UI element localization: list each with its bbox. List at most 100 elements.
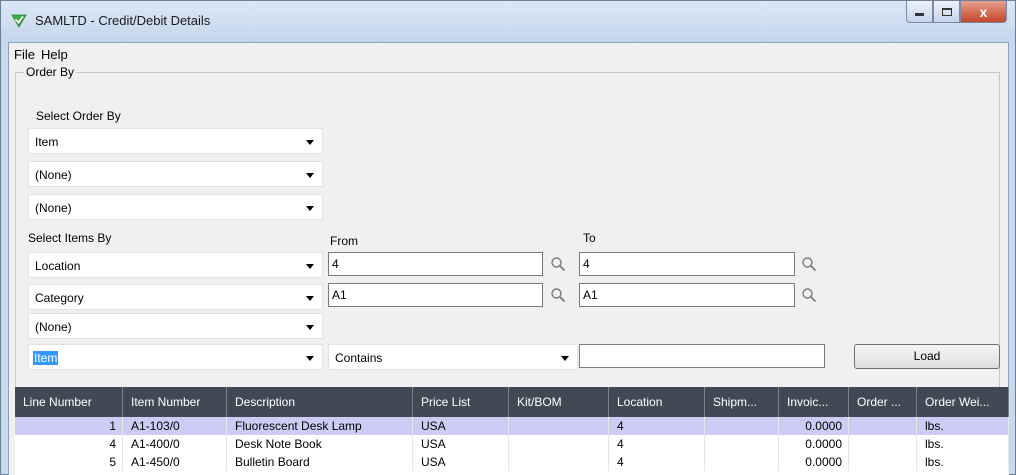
column-header-line-number[interactable]: Line Number	[15, 387, 123, 417]
to-value-2: A1	[583, 288, 598, 302]
cell-description: Desk Note Book	[227, 435, 413, 453]
from-input-1[interactable]: 4	[328, 252, 543, 276]
cell-price-list: USA	[413, 417, 509, 435]
table-row[interactable]: 1 A1-103/0 Fluorescent Desk Lamp USA 4 0…	[15, 417, 1009, 435]
cell-order	[849, 435, 917, 453]
cell-order-weight: lbs.	[917, 417, 1009, 435]
cell-invoice: 0.0000	[779, 453, 849, 471]
filter-field-combo[interactable]: Item	[28, 344, 323, 370]
to-value-1: 4	[583, 257, 590, 271]
column-header-description[interactable]: Description	[227, 387, 413, 417]
order-by-value-1: Item	[35, 135, 59, 149]
filter-field-value: Item	[33, 351, 59, 365]
menu-file[interactable]: File	[14, 47, 35, 62]
cell-item-number: A1-103/0	[123, 417, 227, 435]
cell-shipment	[705, 453, 779, 471]
cell-line-number: 4	[15, 435, 123, 453]
order-by-legend: Order By	[24, 65, 77, 79]
to-label: To	[583, 231, 596, 245]
title-bar[interactable]: SAMLTD - Credit/Debit Details x	[1, 1, 1015, 42]
items-by-value-3: (None)	[35, 320, 72, 334]
table-row[interactable]: 4 A1-400/0 Desk Note Book USA 4 0.0000 l…	[15, 435, 1009, 453]
table-row[interactable]: 5 A1-450/0 Bulletin Board USA 4 0.0000 l…	[15, 453, 1009, 471]
cell-line-number: 5	[15, 453, 123, 471]
finder-search-icon[interactable]	[801, 256, 817, 272]
order-by-value-2: (None)	[35, 168, 72, 182]
filter-value-input[interactable]	[579, 344, 825, 368]
cell-price-list: USA	[413, 435, 509, 453]
client-area: File Help Order By Select Order By Item …	[8, 42, 1009, 475]
close-button[interactable]: x	[960, 1, 1007, 23]
close-icon: x	[979, 3, 988, 20]
finder-search-icon[interactable]	[801, 287, 817, 303]
dropdown-arrow-icon	[306, 356, 314, 361]
cell-line-number: 1	[15, 417, 123, 435]
cell-kit-bom	[509, 435, 609, 453]
select-items-by-label: Select Items By	[28, 231, 112, 245]
column-header-shipment[interactable]: Shipm...	[705, 387, 779, 417]
column-header-item-number[interactable]: Item Number	[123, 387, 227, 417]
filter-operator-combo[interactable]: Contains	[328, 344, 578, 370]
results-grid: Line Number Item Number Description Pric…	[15, 387, 1009, 475]
column-header-invoice[interactable]: Invoic...	[779, 387, 849, 417]
to-input-2[interactable]: A1	[579, 283, 795, 307]
cell-invoice: 0.0000	[779, 417, 849, 435]
from-value-1: 4	[332, 257, 339, 271]
maximize-icon	[941, 7, 952, 16]
finder-search-icon[interactable]	[550, 256, 566, 272]
column-header-location[interactable]: Location	[609, 387, 705, 417]
cell-shipment	[705, 435, 779, 453]
to-input-1[interactable]: 4	[579, 252, 795, 276]
items-by-value-2: Category	[35, 291, 84, 305]
dropdown-arrow-icon	[561, 356, 569, 361]
items-by-value-1: Location	[35, 259, 81, 273]
cell-shipment	[705, 417, 779, 435]
cell-order	[849, 417, 917, 435]
column-header-order[interactable]: Order ...	[849, 387, 917, 417]
from-label: From	[330, 234, 358, 248]
column-header-order-weight[interactable]: Order Wei...	[917, 387, 1009, 417]
order-by-value-3: (None)	[35, 201, 72, 215]
finder-search-icon[interactable]	[550, 287, 566, 303]
cell-description: Fluorescent Desk Lamp	[227, 417, 413, 435]
cell-invoice: 0.0000	[779, 435, 849, 453]
items-by-combo-3[interactable]: (None)	[28, 313, 323, 339]
window-title: SAMLTD - Credit/Debit Details	[35, 13, 211, 28]
cell-order	[849, 453, 917, 471]
order-by-combo-3[interactable]: (None)	[28, 194, 323, 220]
cell-item-number: A1-400/0	[123, 435, 227, 453]
cell-order-weight: lbs.	[917, 453, 1009, 471]
items-by-combo-2[interactable]: Category	[28, 284, 323, 310]
minimize-button[interactable]	[906, 1, 933, 23]
cell-order-weight: lbs.	[917, 435, 1009, 453]
column-header-price-list[interactable]: Price List	[413, 387, 509, 417]
minimize-icon	[915, 13, 924, 16]
app-check-icon	[11, 14, 27, 28]
load-button[interactable]: Load	[854, 344, 1000, 369]
order-by-combo-1[interactable]: Item	[28, 128, 323, 154]
select-order-by-label: Select Order By	[36, 109, 121, 123]
dropdown-arrow-icon	[306, 264, 314, 269]
dropdown-arrow-icon	[306, 173, 314, 178]
items-by-combo-1[interactable]: Location	[28, 252, 323, 278]
from-value-2: A1	[332, 288, 347, 302]
cell-location: 4	[609, 453, 705, 471]
dropdown-arrow-icon	[306, 325, 314, 330]
cell-kit-bom	[509, 417, 609, 435]
from-input-2[interactable]: A1	[328, 283, 543, 307]
menu-help[interactable]: Help	[41, 47, 68, 62]
filter-operator-value: Contains	[335, 351, 383, 365]
maximize-button[interactable]	[933, 1, 960, 23]
grid-header: Line Number Item Number Description Pric…	[15, 387, 1009, 417]
cell-description: Bulletin Board	[227, 453, 413, 471]
order-by-combo-2[interactable]: (None)	[28, 161, 323, 187]
app-window: SAMLTD - Credit/Debit Details x File Hel…	[0, 0, 1016, 475]
cell-price-list: USA	[413, 453, 509, 471]
menu-bar: File Help	[9, 43, 1008, 65]
column-header-kit-bom[interactable]: Kit/BOM	[509, 387, 609, 417]
dropdown-arrow-icon	[306, 206, 314, 211]
cell-location: 4	[609, 417, 705, 435]
cell-item-number: A1-450/0	[123, 453, 227, 471]
window-controls: x	[906, 1, 1007, 23]
cell-kit-bom	[509, 453, 609, 471]
